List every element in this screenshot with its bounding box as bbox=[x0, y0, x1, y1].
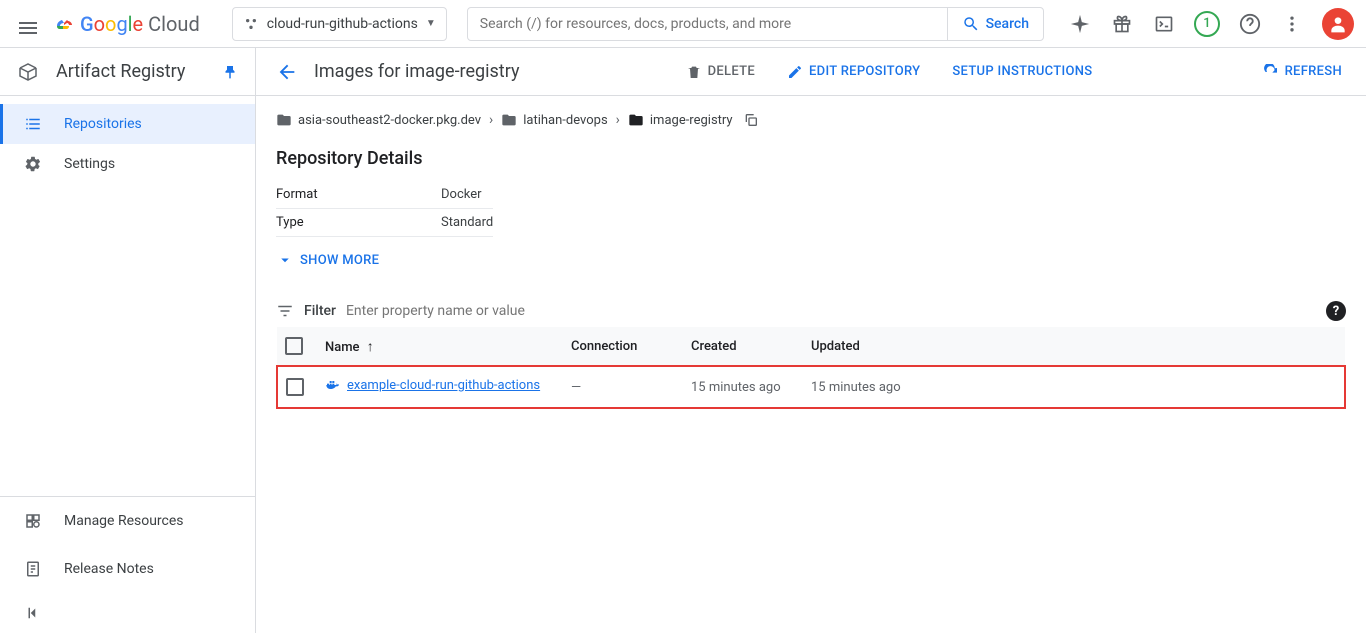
trash-icon bbox=[686, 64, 702, 80]
column-header-updated[interactable]: Updated bbox=[803, 327, 1345, 366]
sidebar-item-manage-resources[interactable]: Manage Resources bbox=[0, 497, 255, 545]
hamburger-menu[interactable] bbox=[12, 12, 36, 36]
folder-icon bbox=[276, 112, 292, 128]
sidebar-header: Artifact Registry bbox=[0, 48, 255, 96]
cell-connection: — bbox=[563, 366, 683, 408]
artifact-registry-icon bbox=[16, 60, 40, 84]
section-title: Repository Details bbox=[276, 148, 1346, 169]
refresh-button[interactable]: Refresh bbox=[1259, 58, 1346, 86]
sidebar-item-label: Release Notes bbox=[64, 561, 154, 577]
more-menu-icon[interactable] bbox=[1280, 12, 1304, 36]
column-header-created[interactable]: Created bbox=[683, 327, 803, 366]
detail-row: Type Standard bbox=[276, 209, 493, 237]
refresh-icon bbox=[1263, 64, 1279, 80]
google-cloud-icon bbox=[52, 12, 76, 36]
filter-label: Filter bbox=[304, 303, 336, 319]
page-title: Images for image-registry bbox=[314, 61, 519, 82]
gear-icon bbox=[24, 155, 44, 173]
search-button[interactable]: Search bbox=[947, 8, 1043, 40]
breadcrumb-item[interactable]: asia-southeast2-docker.pkg.dev bbox=[276, 112, 481, 128]
row-checkbox[interactable] bbox=[286, 378, 304, 396]
project-selector[interactable]: cloud-run-github-actions ▼ bbox=[232, 7, 447, 41]
filter-icon bbox=[276, 302, 294, 320]
sort-ascending-icon: ↑ bbox=[367, 339, 374, 355]
edit-repository-button[interactable]: Edit Repository bbox=[783, 58, 924, 86]
pin-icon[interactable] bbox=[221, 63, 239, 81]
sidebar-item-label: Settings bbox=[64, 156, 115, 172]
collapse-sidebar-button[interactable] bbox=[0, 593, 255, 633]
column-header-connection[interactable]: Connection bbox=[563, 327, 683, 366]
page-header: Images for image-registry Delete Edit Re… bbox=[256, 48, 1366, 96]
gemini-icon[interactable] bbox=[1068, 12, 1092, 36]
sidebar-item-settings[interactable]: Settings bbox=[0, 144, 255, 184]
pencil-icon bbox=[787, 64, 803, 80]
notifications-badge[interactable]: 1 bbox=[1194, 11, 1220, 37]
copy-icon[interactable] bbox=[743, 112, 759, 128]
cell-created: 15 minutes ago bbox=[683, 366, 803, 408]
sidebar-item-repositories[interactable]: Repositories bbox=[0, 104, 255, 144]
topbar-actions: 1 bbox=[1068, 8, 1354, 40]
sidebar-item-label: Repositories bbox=[64, 116, 142, 132]
breadcrumb-item-current: image-registry bbox=[628, 112, 733, 128]
back-button[interactable] bbox=[276, 61, 298, 83]
docker-icon bbox=[325, 377, 341, 393]
search-icon bbox=[962, 15, 980, 33]
resources-icon bbox=[24, 512, 44, 530]
chevron-down-icon bbox=[276, 251, 294, 269]
project-name: cloud-run-github-actions bbox=[267, 16, 418, 32]
sidebar-item-release-notes[interactable]: Release Notes bbox=[0, 545, 255, 593]
help-icon[interactable] bbox=[1238, 12, 1262, 36]
gcp-logo[interactable]: Google Cloud bbox=[52, 12, 200, 36]
chevron-left-icon bbox=[24, 604, 42, 622]
setup-instructions-button[interactable]: Setup Instructions bbox=[948, 58, 1096, 85]
delete-button[interactable]: Delete bbox=[682, 58, 759, 86]
filter-bar: Filter ? bbox=[276, 295, 1346, 327]
search-input[interactable] bbox=[468, 8, 947, 40]
sidebar: Artifact Registry Repositories Settings bbox=[0, 48, 256, 633]
notes-icon bbox=[24, 560, 44, 578]
user-avatar[interactable] bbox=[1322, 8, 1354, 40]
filter-help-icon[interactable]: ? bbox=[1326, 301, 1346, 321]
breadcrumbs: asia-southeast2-docker.pkg.dev › latihan… bbox=[276, 112, 1346, 128]
sidebar-footer: Manage Resources Release Notes bbox=[0, 496, 255, 633]
chevron-right-icon: › bbox=[616, 112, 620, 128]
column-header-name[interactable]: Name ↑ bbox=[317, 327, 563, 366]
sidebar-item-label: Manage Resources bbox=[64, 513, 184, 529]
table-row: example-cloud-run-github-actions — 15 mi… bbox=[277, 366, 1345, 408]
image-link[interactable]: example-cloud-run-github-actions bbox=[325, 377, 540, 393]
gift-icon[interactable] bbox=[1110, 12, 1134, 36]
sidebar-title: Artifact Registry bbox=[56, 61, 205, 82]
select-all-checkbox[interactable] bbox=[285, 337, 303, 355]
chevron-right-icon: › bbox=[489, 112, 493, 128]
project-icon bbox=[243, 16, 259, 32]
top-header: Google Cloud cloud-run-github-actions ▼ … bbox=[0, 0, 1366, 48]
main-panel: Images for image-registry Delete Edit Re… bbox=[256, 48, 1366, 633]
cloud-shell-icon[interactable] bbox=[1152, 12, 1176, 36]
breadcrumb-item[interactable]: latihan-devops bbox=[501, 112, 607, 128]
main-body: asia-southeast2-docker.pkg.dev › latihan… bbox=[256, 96, 1366, 425]
detail-row: Format Docker bbox=[276, 181, 493, 209]
sidebar-nav: Repositories Settings bbox=[0, 96, 255, 496]
list-icon bbox=[24, 115, 44, 133]
repository-details-table: Format Docker Type Standard bbox=[276, 181, 493, 237]
cell-updated: 15 minutes ago bbox=[803, 366, 1345, 408]
logo-text: Google Cloud bbox=[80, 12, 200, 36]
images-table: Name ↑ Connection Created Updated bbox=[276, 327, 1346, 409]
folder-icon bbox=[628, 112, 644, 128]
show-more-button[interactable]: Show More bbox=[276, 243, 1346, 277]
folder-icon bbox=[501, 112, 517, 128]
table-header-row: Name ↑ Connection Created Updated bbox=[277, 327, 1345, 366]
caret-down-icon: ▼ bbox=[426, 18, 436, 29]
search-bar: Search bbox=[467, 7, 1044, 41]
filter-input[interactable] bbox=[346, 303, 1316, 319]
